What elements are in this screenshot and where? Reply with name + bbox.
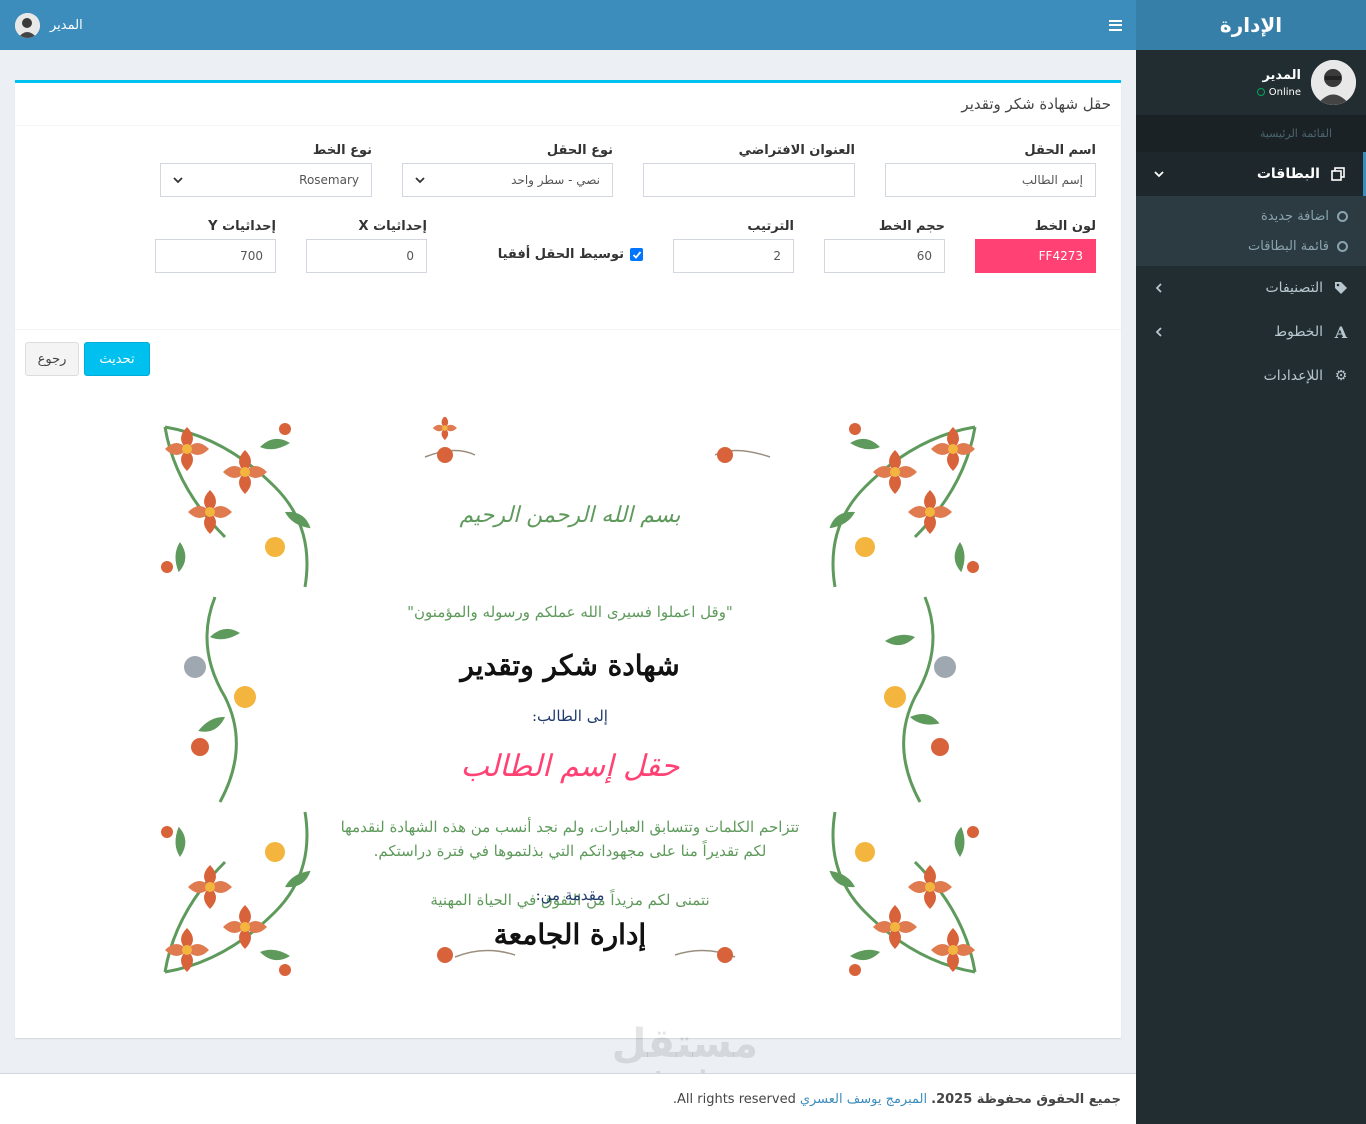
center-horizontal-label: توسيط الحقل أفقيا bbox=[497, 247, 624, 262]
circle-icon bbox=[1337, 210, 1348, 222]
user-panel: المدير Online bbox=[1136, 50, 1366, 115]
copy-icon bbox=[1328, 167, 1348, 181]
sidebar-item-fonts[interactable]: A الخطوط bbox=[1136, 310, 1366, 354]
certificate-verse: "وقل اعملوا فسيرى الله عملكم ورسوله والم… bbox=[407, 603, 733, 621]
footer-rights: جميع الحقوق محفوظة 2025. bbox=[931, 1091, 1121, 1107]
online-dot-icon bbox=[1256, 88, 1265, 96]
tag-icon bbox=[1331, 281, 1351, 295]
cards-submenu: اضافة جديدة قائمة البطاقات bbox=[1136, 196, 1366, 266]
gear-icon: ⚙ bbox=[1334, 368, 1348, 384]
box-title: حقل شهادة شكر وتقدير bbox=[961, 95, 1111, 113]
top-navbar: المدير bbox=[0, 0, 1136, 50]
font-color-label: لون الخط bbox=[1034, 219, 1096, 234]
footer-rights-en: All rights reserved. bbox=[672, 1091, 796, 1107]
box-footer: تحديث رجوع bbox=[15, 329, 1121, 389]
order-label: الترتيب bbox=[747, 219, 794, 234]
certificate-body-line-2: لكم تقديراً منا على مجهوداتكم التي بذلتم… bbox=[373, 842, 767, 860]
field-name-input[interactable]: إسم الطالب bbox=[885, 163, 1096, 197]
certificate-title: شهادة شكر وتقدير bbox=[460, 649, 680, 682]
chevron-down-icon bbox=[1152, 167, 1166, 181]
certificate-from-text: مقدمة من: bbox=[535, 886, 605, 904]
font-icon: A bbox=[1334, 322, 1348, 342]
sidebar-item-cards[interactable]: البطاقات bbox=[1136, 152, 1366, 196]
coord-x-label: إحداثيات X bbox=[358, 219, 427, 234]
chevron-down-icon bbox=[415, 175, 425, 185]
font-size-input[interactable]: 60 bbox=[824, 239, 945, 273]
chevron-left-icon bbox=[1152, 281, 1166, 295]
user-avatar bbox=[1311, 60, 1356, 105]
chevron-down-icon bbox=[173, 175, 183, 185]
default-title-label: العنوان الافتراضي bbox=[738, 143, 855, 158]
sidebar-item-categories[interactable]: التصنيفات bbox=[1136, 266, 1366, 310]
top-user-avatar bbox=[15, 12, 40, 38]
sidebar-toggle-icon[interactable] bbox=[1109, 19, 1122, 31]
footer-author-link[interactable]: المبرمج يوسف العسري bbox=[800, 1092, 927, 1107]
sidebar-subitem-add-new[interactable]: اضافة جديدة bbox=[1136, 201, 1366, 231]
back-button[interactable]: رجوع bbox=[25, 342, 79, 376]
field-name-label: اسم الحقل bbox=[1024, 143, 1096, 158]
sidebar-item-settings[interactable]: ⚙ اللإعدادات bbox=[1136, 354, 1366, 398]
certificate-body-line-1: تتزاحم الكلمات وتتسابق العبارات، ولم نجد… bbox=[340, 818, 800, 836]
sidebar-subitem-cards-list[interactable]: قائمة البطاقات bbox=[1136, 231, 1366, 261]
font-type-select[interactable]: Rosemary bbox=[160, 163, 372, 197]
field-form: اسم الحقل إسم الطالب العنوان الافتراضي ن… bbox=[15, 126, 1121, 330]
certificate-to: إلى الطالب: bbox=[532, 707, 608, 725]
chevron-left-icon bbox=[1152, 325, 1166, 339]
sidebar: الإدارة المدير Online القائمة الرئيسية ا… bbox=[1136, 0, 1366, 1124]
user-name: المدير bbox=[1262, 67, 1301, 83]
certificate-basmala: بسم الله الرحمن الرحيم bbox=[459, 503, 681, 528]
user-status: Online bbox=[1256, 87, 1301, 98]
font-color-input[interactable]: FF4273 bbox=[975, 239, 1096, 273]
circle-icon bbox=[1337, 240, 1348, 252]
field-type-label: نوع الحقل bbox=[546, 143, 613, 158]
center-horizontal-toggle[interactable]: توسيط الحقل أفقيا bbox=[498, 247, 643, 262]
page-footer: جميع الحقوق محفوظة 2025. المبرمج يوسف ال… bbox=[0, 1073, 1136, 1124]
coord-x-input[interactable]: 0 bbox=[306, 239, 427, 273]
checkbox-checked-icon[interactable] bbox=[630, 248, 643, 261]
update-button[interactable]: تحديث bbox=[84, 342, 150, 376]
certificate-student-field: حقل إسم الطالب bbox=[460, 749, 680, 784]
menu-header: القائمة الرئيسية bbox=[1136, 115, 1366, 152]
coord-y-label: إحداثيات Y bbox=[208, 219, 276, 234]
default-title-input[interactable] bbox=[643, 163, 855, 197]
certificate-signer: إدارة الجامعة bbox=[493, 918, 647, 951]
order-input[interactable]: 2 bbox=[673, 239, 794, 273]
field-type-select[interactable]: نصي - سطر واحد bbox=[402, 163, 613, 197]
watermark-ar: مستقل bbox=[611, 1021, 758, 1067]
brand-logo[interactable]: الإدارة bbox=[1136, 0, 1366, 50]
font-size-label: حجم الخط bbox=[878, 219, 945, 234]
coord-y-input[interactable]: 700 bbox=[155, 239, 276, 273]
font-type-label: نوع الخط bbox=[312, 143, 372, 158]
top-user-menu[interactable]: المدير bbox=[15, 12, 83, 38]
